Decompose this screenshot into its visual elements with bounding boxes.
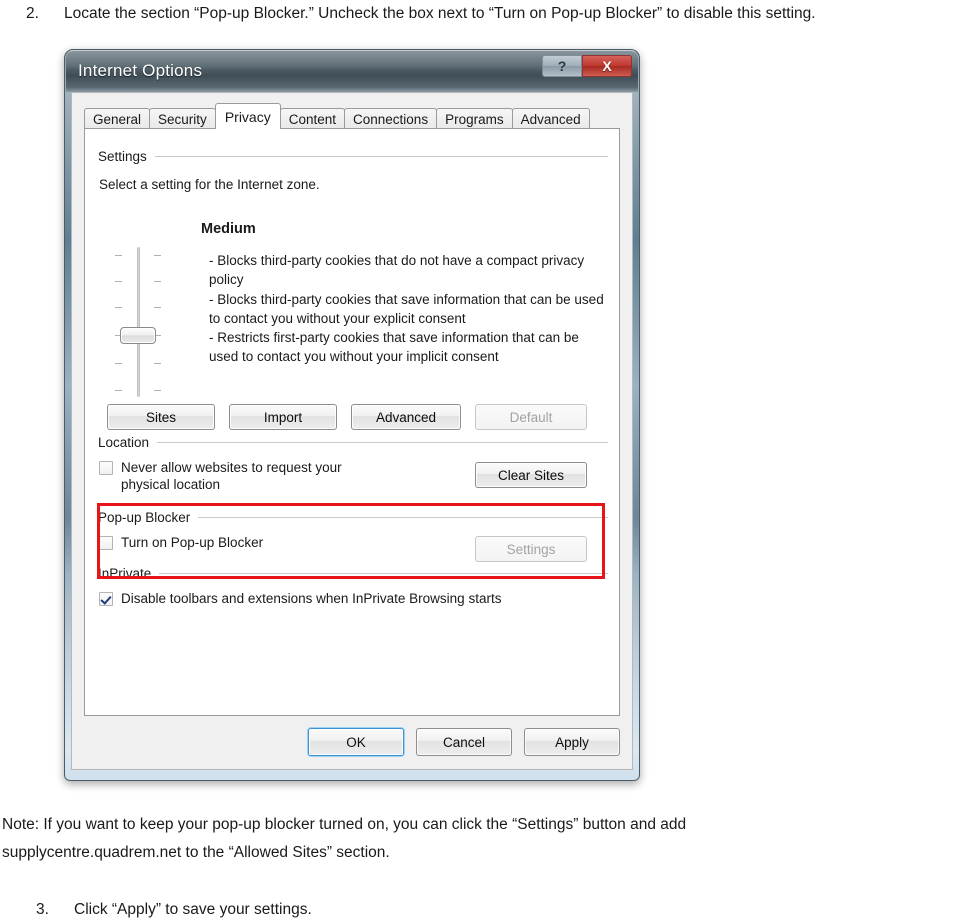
step-number: 2. <box>26 5 39 22</box>
slider-tick-right <box>154 390 161 391</box>
ok-button[interactable]: OK <box>308 728 404 756</box>
privacy-level-description: - Blocks third-party cookies that do not… <box>209 253 604 365</box>
inprivate-group-label: InPrivate <box>98 566 152 581</box>
group-divider <box>154 156 608 157</box>
dialog-client-area: General Security Privacy Content Connect… <box>71 92 633 770</box>
group-divider <box>157 442 608 443</box>
location-group-header: Location <box>98 435 608 450</box>
note-line-2: supplycentre.quadrem.net to the “Allowed… <box>2 844 390 861</box>
slider-tick-right <box>154 307 161 308</box>
popup-settings-button: Settings <box>475 536 587 562</box>
tab-advanced[interactable]: Advanced <box>511 108 590 129</box>
slider-tick-right <box>154 363 161 364</box>
slider-tick-right <box>154 255 161 256</box>
group-divider <box>159 573 608 574</box>
dialog-footer: OK Cancel Apply <box>72 724 632 764</box>
note-line-1: Note: If you want to keep your pop-up bl… <box>2 816 687 833</box>
settings-instruction: Select a setting for the Internet zone. <box>99 177 320 192</box>
window-title: Internet Options <box>78 61 203 80</box>
document-page: 2. Locate the section “Pop-up Blocker.” U… <box>0 0 960 922</box>
never-allow-location-label: Never allow websites to request your phy… <box>121 460 342 493</box>
tab-general[interactable]: General <box>84 108 151 129</box>
disable-toolbars-label: Disable toolbars and extensions when InP… <box>121 591 502 606</box>
never-allow-location-checkbox-row[interactable]: Never allow websites to request your phy… <box>99 459 389 494</box>
slider-track <box>137 247 140 397</box>
import-button[interactable]: Import <box>229 404 337 430</box>
tab-security[interactable]: Security <box>149 108 216 129</box>
slider-tick-left <box>115 390 122 391</box>
help-icon[interactable]: ? <box>542 55 582 77</box>
slider-tick-right <box>154 281 161 282</box>
group-divider <box>198 517 608 518</box>
close-x-icon[interactable]: X <box>582 55 632 77</box>
tab-connections[interactable]: Connections <box>344 108 438 129</box>
inprivate-group-header: InPrivate <box>98 566 608 581</box>
location-group-label: Location <box>98 435 150 450</box>
slider-tick-left <box>115 363 122 364</box>
privacy-tab-panel: Settings Select a setting for the Intern… <box>84 128 620 716</box>
tab-strip: General Security Privacy Content Connect… <box>84 103 590 129</box>
disable-toolbars-checkbox-row[interactable]: Disable toolbars and extensions when InP… <box>99 590 501 607</box>
default-button: Default <box>475 404 587 430</box>
clear-sites-button[interactable]: Clear Sites <box>475 462 587 488</box>
popup-blocker-group-header: Pop-up Blocker <box>98 510 608 525</box>
window-titlebar[interactable]: Internet Options ? X <box>66 51 638 92</box>
step-text: Click “Apply” to save your settings. <box>74 901 312 918</box>
tab-content[interactable]: Content <box>279 108 346 129</box>
instruction-step-3: 3. Click “Apply” to save your settings. <box>36 898 312 921</box>
slider-tick-left <box>115 281 122 282</box>
checkbox-icon[interactable] <box>99 461 113 475</box>
slider-tick-left <box>115 307 122 308</box>
popup-blocker-group-label: Pop-up Blocker <box>98 510 191 525</box>
slider-thumb[interactable] <box>120 327 156 344</box>
checkbox-checked-icon[interactable] <box>99 592 113 606</box>
tab-privacy[interactable]: Privacy <box>214 103 281 129</box>
turn-on-popup-blocker-label: Turn on Pop-up Blocker <box>121 535 264 550</box>
step-number: 3. <box>36 901 49 918</box>
privacy-level-name: Medium <box>201 221 256 237</box>
turn-on-popup-blocker-checkbox-row[interactable]: Turn on Pop-up Blocker <box>99 534 263 551</box>
slider-tick-left <box>115 255 122 256</box>
cancel-button[interactable]: Cancel <box>416 728 512 756</box>
privacy-level-slider[interactable] <box>107 247 169 397</box>
settings-group-label: Settings <box>98 149 147 164</box>
sites-button[interactable]: Sites <box>107 404 215 430</box>
tab-programs[interactable]: Programs <box>436 108 513 129</box>
apply-button[interactable]: Apply <box>524 728 620 756</box>
advanced-button[interactable]: Advanced <box>351 404 461 430</box>
instruction-step-2: 2. Locate the section “Pop-up Blocker.” U… <box>26 2 816 25</box>
step-text: Locate the section “Pop-up Blocker.” Unc… <box>64 5 816 22</box>
checkbox-icon[interactable] <box>99 536 113 550</box>
settings-group-header: Settings <box>98 149 608 164</box>
